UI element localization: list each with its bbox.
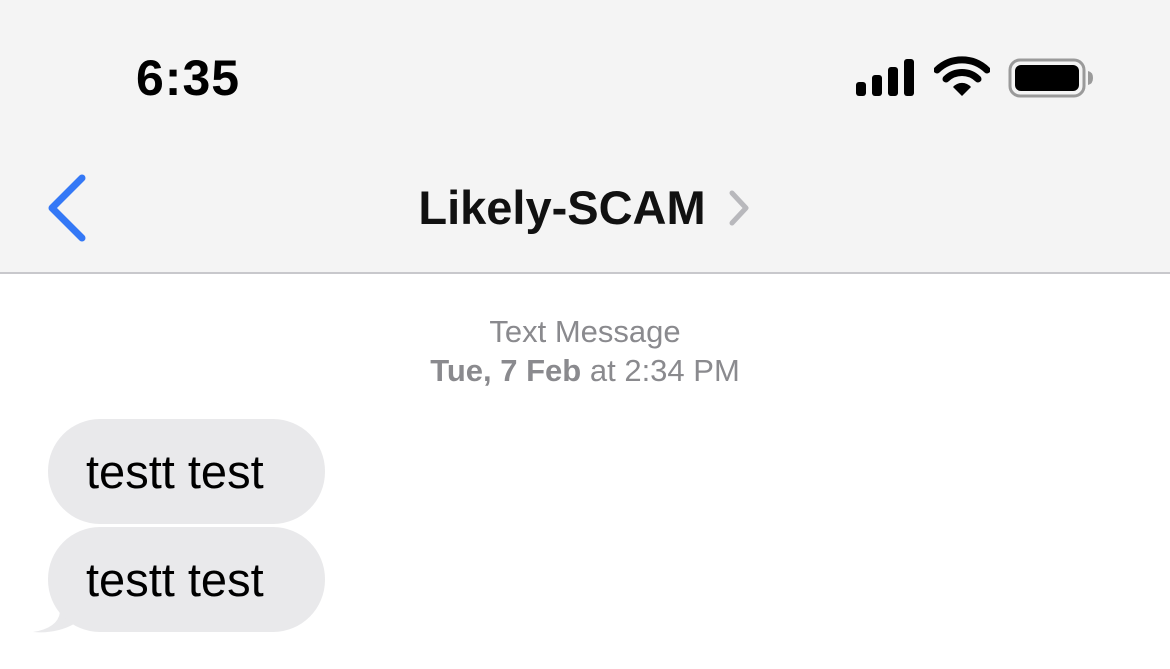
contact-name: Likely-SCAM xyxy=(418,181,706,234)
date-label: Tue, 7 Feb xyxy=(430,353,582,388)
chevron-left-icon xyxy=(48,174,86,242)
message-bubble-incoming[interactable]: testt test xyxy=(48,419,325,524)
message-text: testt test xyxy=(86,553,264,606)
message-text: testt test xyxy=(86,445,264,498)
back-button[interactable] xyxy=(40,170,100,246)
cellular-signal-icon xyxy=(856,59,914,96)
status-time: 6:35 xyxy=(136,50,241,106)
battery-icon xyxy=(1008,58,1093,98)
thread-meta: Text Message Tue, 7 Feb at 2:34 PM xyxy=(0,312,1170,390)
message-bubble-incoming[interactable]: testt test xyxy=(48,527,325,632)
chevron-right-icon xyxy=(729,190,749,226)
messages-screen: 6:35 Likely-SCAM Text Message Tue, 7 Feb… xyxy=(0,0,1170,669)
service-label: Text Message xyxy=(489,314,681,349)
timestamp: Tue, 7 Feb at 2:34 PM xyxy=(0,351,1170,390)
top-header: 6:35 Likely-SCAM xyxy=(0,0,1170,274)
time-label: at 2:34 PM xyxy=(589,353,740,388)
contact-header-button[interactable]: Likely-SCAM xyxy=(300,178,870,238)
wifi-icon xyxy=(934,56,990,96)
